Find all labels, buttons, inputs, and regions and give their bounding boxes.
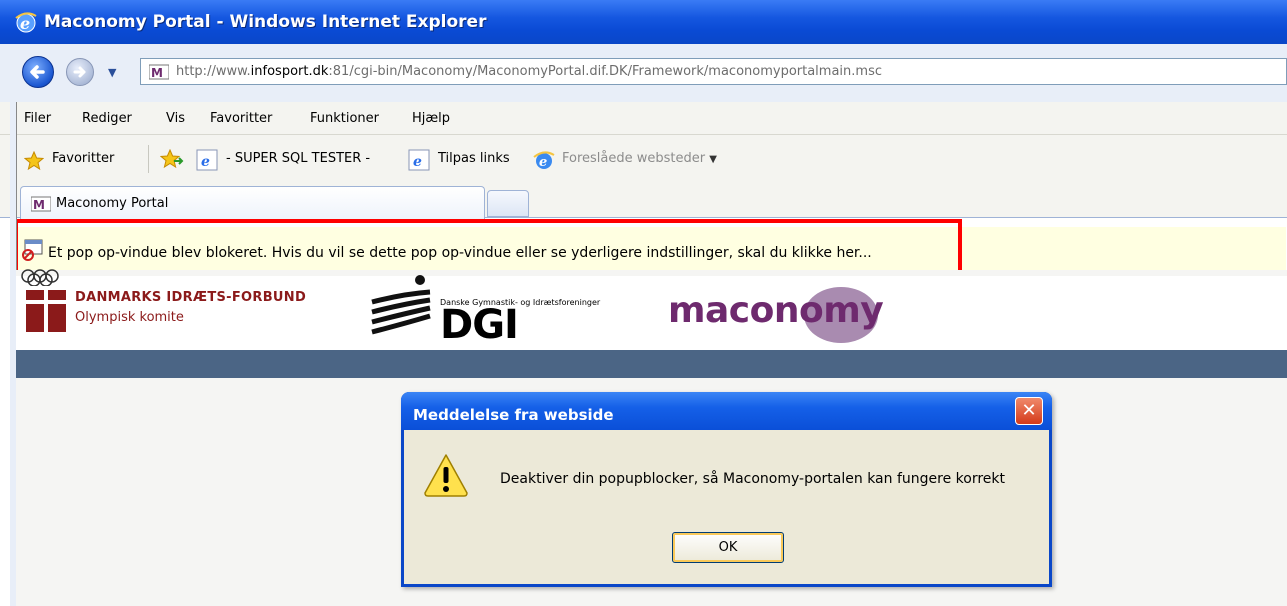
close-icon[interactable]: ✕ bbox=[1015, 397, 1043, 425]
menu-favorites[interactable]: Favoritter bbox=[210, 111, 272, 126]
address-bar[interactable]: M http://www.infosport.dk:81/cgi-bin/Mac… bbox=[140, 58, 1287, 85]
menu-edit[interactable]: Rediger bbox=[82, 111, 132, 126]
ie-page-icon: e bbox=[196, 149, 218, 171]
svg-text:e: e bbox=[20, 14, 30, 33]
ie-icon: e bbox=[15, 12, 37, 33]
forward-button[interactable] bbox=[66, 58, 94, 86]
favorites-star-icon bbox=[24, 151, 44, 171]
ok-button[interactable]: OK bbox=[672, 532, 784, 563]
dgi-name: DGI bbox=[440, 302, 519, 348]
ie-page-icon: e bbox=[408, 149, 430, 171]
favicon-maconomy-icon: M bbox=[31, 196, 51, 212]
page-header bbox=[16, 276, 1287, 350]
new-tab-button[interactable] bbox=[487, 190, 529, 217]
menu-view[interactable]: Vis bbox=[166, 111, 185, 126]
svg-text:M: M bbox=[33, 198, 45, 212]
add-favorite-icon[interactable] bbox=[160, 149, 184, 171]
page-nav-band bbox=[16, 350, 1287, 378]
history-dropdown-icon[interactable]: ▼ bbox=[108, 66, 116, 79]
back-button[interactable] bbox=[22, 56, 54, 88]
menu-bar: Filer Rediger Vis Favoritter Funktioner … bbox=[0, 102, 1287, 135]
address-url[interactable]: http://www.infosport.dk:81/cgi-bin/Macon… bbox=[176, 64, 882, 79]
tab-maconomy-portal[interactable]: M Maconomy Portal bbox=[20, 186, 485, 220]
suggested-sites-icon: e bbox=[533, 151, 555, 170]
favicon-maconomy-icon: M bbox=[149, 64, 169, 80]
window-title: Maconomy Portal - Windows Internet Explo… bbox=[44, 12, 487, 32]
svg-text:e: e bbox=[539, 155, 547, 170]
warning-icon bbox=[424, 454, 468, 497]
favorites-bar: Favoritter e - SUPER SQL TESTER - e Tilp… bbox=[0, 135, 1287, 179]
svg-text:e: e bbox=[413, 154, 422, 170]
back-arrow-icon bbox=[30, 65, 45, 79]
chevron-down-icon: ▼ bbox=[709, 154, 717, 165]
favorites-link-customize[interactable]: Tilpas links bbox=[438, 151, 510, 166]
tab-label: Maconomy Portal bbox=[56, 196, 169, 211]
menu-tools[interactable]: Funktioner bbox=[310, 111, 379, 126]
menu-help[interactable]: Hjælp bbox=[412, 111, 450, 126]
favorites-button[interactable]: Favoritter bbox=[52, 151, 114, 166]
dgi-logo-icon bbox=[371, 275, 431, 335]
forward-arrow-icon bbox=[73, 66, 86, 78]
favorites-link-suggested[interactable]: Foreslåede websteder ▼ bbox=[562, 151, 717, 166]
separator bbox=[148, 145, 149, 173]
olympic-rings-icon bbox=[21, 269, 59, 286]
svg-text:e: e bbox=[201, 154, 210, 170]
window-titlebar: e Maconomy Portal - Windows Internet Exp… bbox=[0, 0, 1287, 44]
dif-logo-icon bbox=[26, 290, 68, 336]
dialog-title: Meddelelse fra webside bbox=[413, 406, 614, 424]
dif-name: DANMARKS IDRÆTS-FORBUND bbox=[75, 290, 307, 305]
dif-subtitle: Olympisk komite bbox=[75, 310, 184, 325]
favorites-link-sql-tester[interactable]: - SUPER SQL TESTER - bbox=[226, 151, 370, 166]
dialog-message: Deaktiver din popupblocker, så Maconomy-… bbox=[500, 471, 1005, 487]
maconomy-logo: maconomy bbox=[668, 290, 884, 331]
svg-text:M: M bbox=[151, 66, 163, 80]
menu-file[interactable]: Filer bbox=[24, 111, 51, 126]
